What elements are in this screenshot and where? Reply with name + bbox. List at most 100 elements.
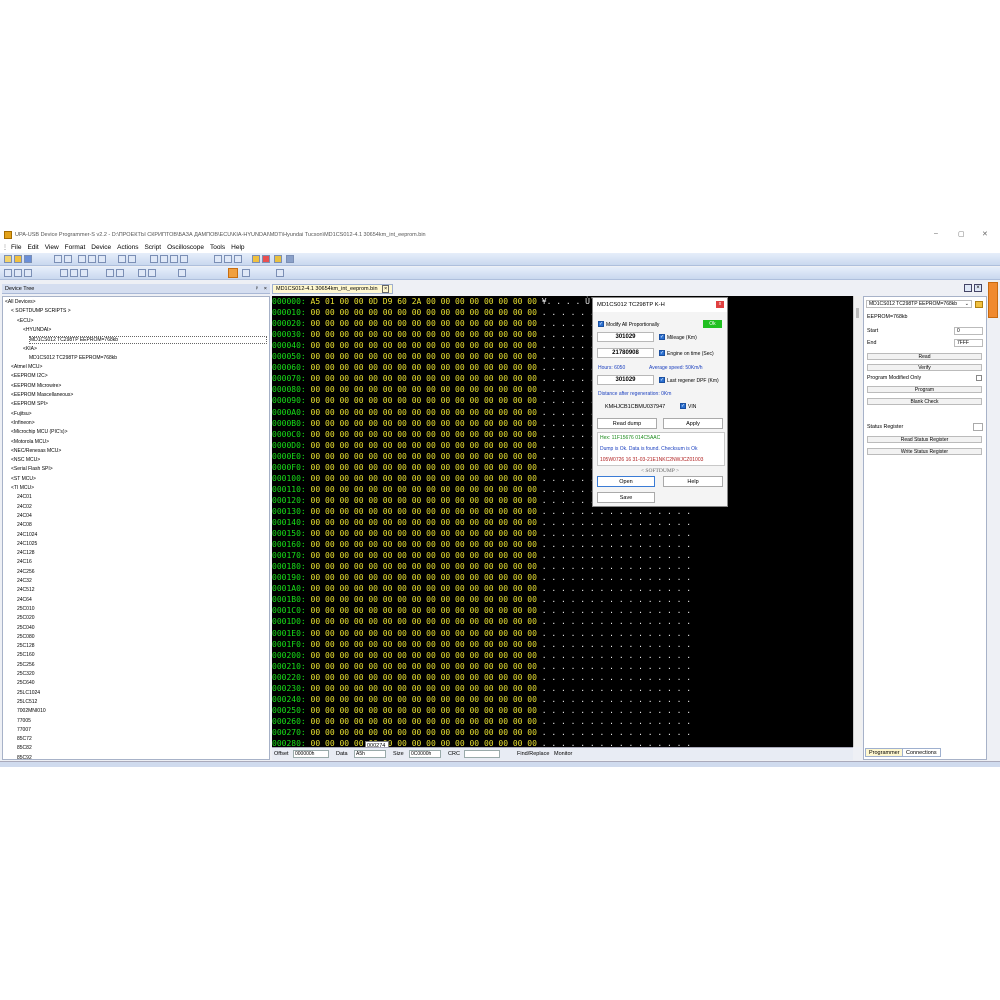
program-chip-icon[interactable] bbox=[170, 255, 178, 263]
tab-programmer[interactable]: Programmer bbox=[865, 748, 904, 757]
size-field[interactable]: 0C0000h bbox=[409, 750, 441, 758]
device-select[interactable]: MD1CS012 TC298TP EEPROM=768kb ⌄ bbox=[866, 300, 972, 308]
hex-bytes[interactable]: 00 00 00 00 00 00 00 00 00 00 00 00 00 0… bbox=[311, 485, 537, 494]
maximize-button[interactable]: ▢ bbox=[958, 230, 965, 238]
hex-ascii[interactable]: . . . . . . . . . . . . . . . . bbox=[542, 573, 691, 582]
hex-bytes[interactable]: 00 00 00 00 00 00 00 00 00 00 00 00 00 0… bbox=[311, 374, 537, 383]
redo-icon[interactable] bbox=[64, 255, 72, 263]
view-hex-icon[interactable] bbox=[138, 269, 146, 277]
hex-ascii[interactable]: . . . . . . . . . . . . . . . . bbox=[542, 662, 691, 671]
apply-button[interactable]: Apply bbox=[663, 418, 723, 429]
tree-item[interactable]: 25C640 bbox=[17, 680, 35, 686]
tree-item[interactable]: 24C01 bbox=[17, 494, 32, 500]
hex-bytes[interactable]: 00 00 00 00 00 00 00 00 00 00 00 00 00 0… bbox=[311, 308, 537, 317]
hex-bytes[interactable]: 00 00 00 00 00 00 00 00 00 00 00 00 00 0… bbox=[311, 706, 537, 715]
stop-icon[interactable] bbox=[262, 255, 270, 263]
hex-ascii[interactable]: . . . . . . . . . . . . . . . . bbox=[542, 739, 691, 747]
swap-icon[interactable] bbox=[106, 269, 114, 277]
hex-ascii[interactable]: . . . . . . . . . . . . . . . . bbox=[542, 706, 691, 715]
hex-bytes[interactable]: 00 00 00 00 00 00 00 00 00 00 00 00 00 0… bbox=[311, 651, 537, 660]
folder-icon[interactable] bbox=[975, 301, 983, 308]
engine-time-input[interactable]: 21780908 bbox=[597, 348, 654, 358]
tree-item[interactable]: 24C1025 bbox=[17, 541, 37, 547]
hex-bytes[interactable]: 00 00 00 00 00 00 00 00 00 00 00 00 00 0… bbox=[311, 330, 537, 339]
oscilloscope-icon[interactable] bbox=[274, 255, 282, 263]
hex-ascii[interactable]: . . . . . . . . . . . . . . . . bbox=[542, 629, 691, 638]
hex-ascii[interactable]: . . . . . . . . . . . . . . . . bbox=[542, 518, 691, 527]
hex-ascii[interactable]: . . . . . . . . . . . . . . . . bbox=[542, 529, 691, 538]
tree-item[interactable]: 25C320 bbox=[17, 671, 35, 677]
tab-connections[interactable]: Connections bbox=[902, 748, 941, 757]
hex-ascii[interactable]: . . . . . . . . . . . . . . . . bbox=[542, 651, 691, 660]
hex-bytes[interactable]: 00 00 00 00 00 00 00 00 00 00 00 00 00 0… bbox=[311, 319, 537, 328]
hex-row[interactable]: 000000: A5 01 00 00 0D D9 60 2A 00 00 00… bbox=[272, 297, 604, 307]
settings-icon[interactable] bbox=[286, 255, 294, 263]
tree-item[interactable]: 85C82 bbox=[17, 745, 32, 751]
hex-row[interactable]: 000270: 00 00 00 00 00 00 00 00 00 00 00… bbox=[272, 728, 691, 738]
hex-row[interactable]: 000200: 00 00 00 00 00 00 00 00 00 00 00… bbox=[272, 651, 691, 661]
tool-3-icon[interactable] bbox=[234, 255, 242, 263]
tree-item[interactable]: <Fujitsu> bbox=[11, 411, 32, 417]
tree-item[interactable]: 24C512 bbox=[17, 587, 35, 593]
hex-bytes[interactable]: 00 00 00 00 00 00 00 00 00 00 00 00 00 0… bbox=[311, 463, 537, 472]
minimize-button[interactable]: – bbox=[934, 230, 938, 237]
undo-icon[interactable] bbox=[54, 255, 62, 263]
hex-bytes[interactable]: 00 00 00 00 00 00 00 00 00 00 00 00 00 0… bbox=[311, 595, 537, 604]
end-input[interactable]: 7FFF bbox=[954, 339, 983, 347]
words-icon[interactable] bbox=[70, 269, 78, 277]
tree-item[interactable]: < SOFTDUMP SCRIPTS > bbox=[11, 308, 71, 314]
hex-bytes[interactable]: 00 00 00 00 00 00 00 00 00 00 00 00 00 0… bbox=[311, 584, 537, 593]
hex-ascii[interactable]: . . . . . . . . . . . . . . . . bbox=[542, 617, 691, 626]
regen-input[interactable]: 301029 bbox=[597, 375, 654, 385]
tree-item[interactable]: MD1CS012 TC298TP EEPROM=768kb bbox=[29, 336, 267, 345]
hex-row[interactable]: 000260: 00 00 00 00 00 00 00 00 00 00 00… bbox=[272, 717, 691, 727]
program-button[interactable]: Program bbox=[867, 386, 982, 393]
hex-row[interactable]: 0001D0: 00 00 00 00 00 00 00 00 00 00 00… bbox=[272, 617, 691, 627]
hex-bytes[interactable]: 00 00 00 00 00 00 00 00 00 00 00 00 00 0… bbox=[311, 474, 537, 483]
hex-bytes[interactable]: 00 00 00 00 00 00 00 00 00 00 00 00 00 0… bbox=[311, 739, 537, 747]
align-right-icon[interactable] bbox=[24, 269, 32, 277]
start-input[interactable]: 0 bbox=[954, 327, 983, 335]
hex-row[interactable]: 000280: 00 00 00 00 00 00 00 00 00 00 00… bbox=[272, 739, 691, 747]
read-button[interactable]: Read bbox=[867, 353, 982, 360]
dwords-icon[interactable] bbox=[80, 269, 88, 277]
tree-item[interactable]: 77007 bbox=[17, 727, 31, 733]
find-icon[interactable] bbox=[118, 255, 126, 263]
hex-ascii[interactable]: . . . . . . . . . . . . . . . . bbox=[542, 584, 691, 593]
hex-bytes[interactable]: 00 00 00 00 00 00 00 00 00 00 00 00 00 0… bbox=[311, 385, 537, 394]
hex-row[interactable]: 000180: 00 00 00 00 00 00 00 00 00 00 00… bbox=[272, 562, 691, 572]
tree-item[interactable]: <EEPROM I2C> bbox=[11, 373, 48, 379]
hex-bytes[interactable]: 00 00 00 00 00 00 00 00 00 00 00 00 00 0… bbox=[311, 452, 537, 461]
hex-row[interactable]: 000240: 00 00 00 00 00 00 00 00 00 00 00… bbox=[272, 695, 691, 705]
crc-field[interactable] bbox=[464, 750, 500, 758]
tool-1-icon[interactable] bbox=[214, 255, 222, 263]
menu-view[interactable]: View bbox=[45, 244, 59, 251]
script-icon[interactable] bbox=[252, 255, 260, 263]
menu-oscilloscope[interactable]: Oscilloscope bbox=[167, 244, 204, 251]
menu-help[interactable]: Help bbox=[231, 244, 244, 251]
menu-actions[interactable]: Actions bbox=[117, 244, 138, 251]
menu-script[interactable]: Script bbox=[144, 244, 161, 251]
copy-icon[interactable] bbox=[88, 255, 96, 263]
save-button[interactable]: Save bbox=[597, 492, 655, 503]
zoom-icon[interactable] bbox=[178, 269, 186, 277]
side-tab[interactable] bbox=[988, 282, 998, 318]
align-center-icon[interactable] bbox=[14, 269, 22, 277]
tree-item[interactable]: 77005 bbox=[17, 718, 31, 724]
menu-format[interactable]: Format bbox=[65, 244, 86, 251]
hex-row[interactable]: 000250: 00 00 00 00 00 00 00 00 00 00 00… bbox=[272, 706, 691, 716]
tree-item[interactable]: 85C72 bbox=[17, 736, 32, 742]
hex-ascii[interactable]: . . . . . . . . . . . . . . . . bbox=[542, 540, 691, 549]
tab-eeprom-file[interactable]: MD1CS012-4.1 30654km_int_eeprom.bin × bbox=[272, 284, 394, 294]
hex-row[interactable]: 000150: 00 00 00 00 00 00 00 00 00 00 00… bbox=[272, 529, 691, 539]
tree-item[interactable]: <ST MCU> bbox=[11, 476, 36, 482]
align-left-icon[interactable] bbox=[4, 269, 12, 277]
verify-chip-icon[interactable] bbox=[160, 255, 168, 263]
hex-row[interactable]: 000170: 00 00 00 00 00 00 00 00 00 00 00… bbox=[272, 551, 691, 561]
read-dump-button[interactable]: Read dump bbox=[597, 418, 657, 429]
help-button[interactable]: Help bbox=[663, 476, 723, 487]
hex-bytes[interactable]: 00 00 00 00 00 00 00 00 00 00 00 00 00 0… bbox=[311, 629, 537, 638]
pin-icon[interactable]: ᵖ bbox=[256, 284, 258, 294]
hex-bytes[interactable]: 00 00 00 00 00 00 00 00 00 00 00 00 00 0… bbox=[311, 717, 537, 726]
tree-item[interactable]: 24C08 bbox=[17, 522, 32, 528]
